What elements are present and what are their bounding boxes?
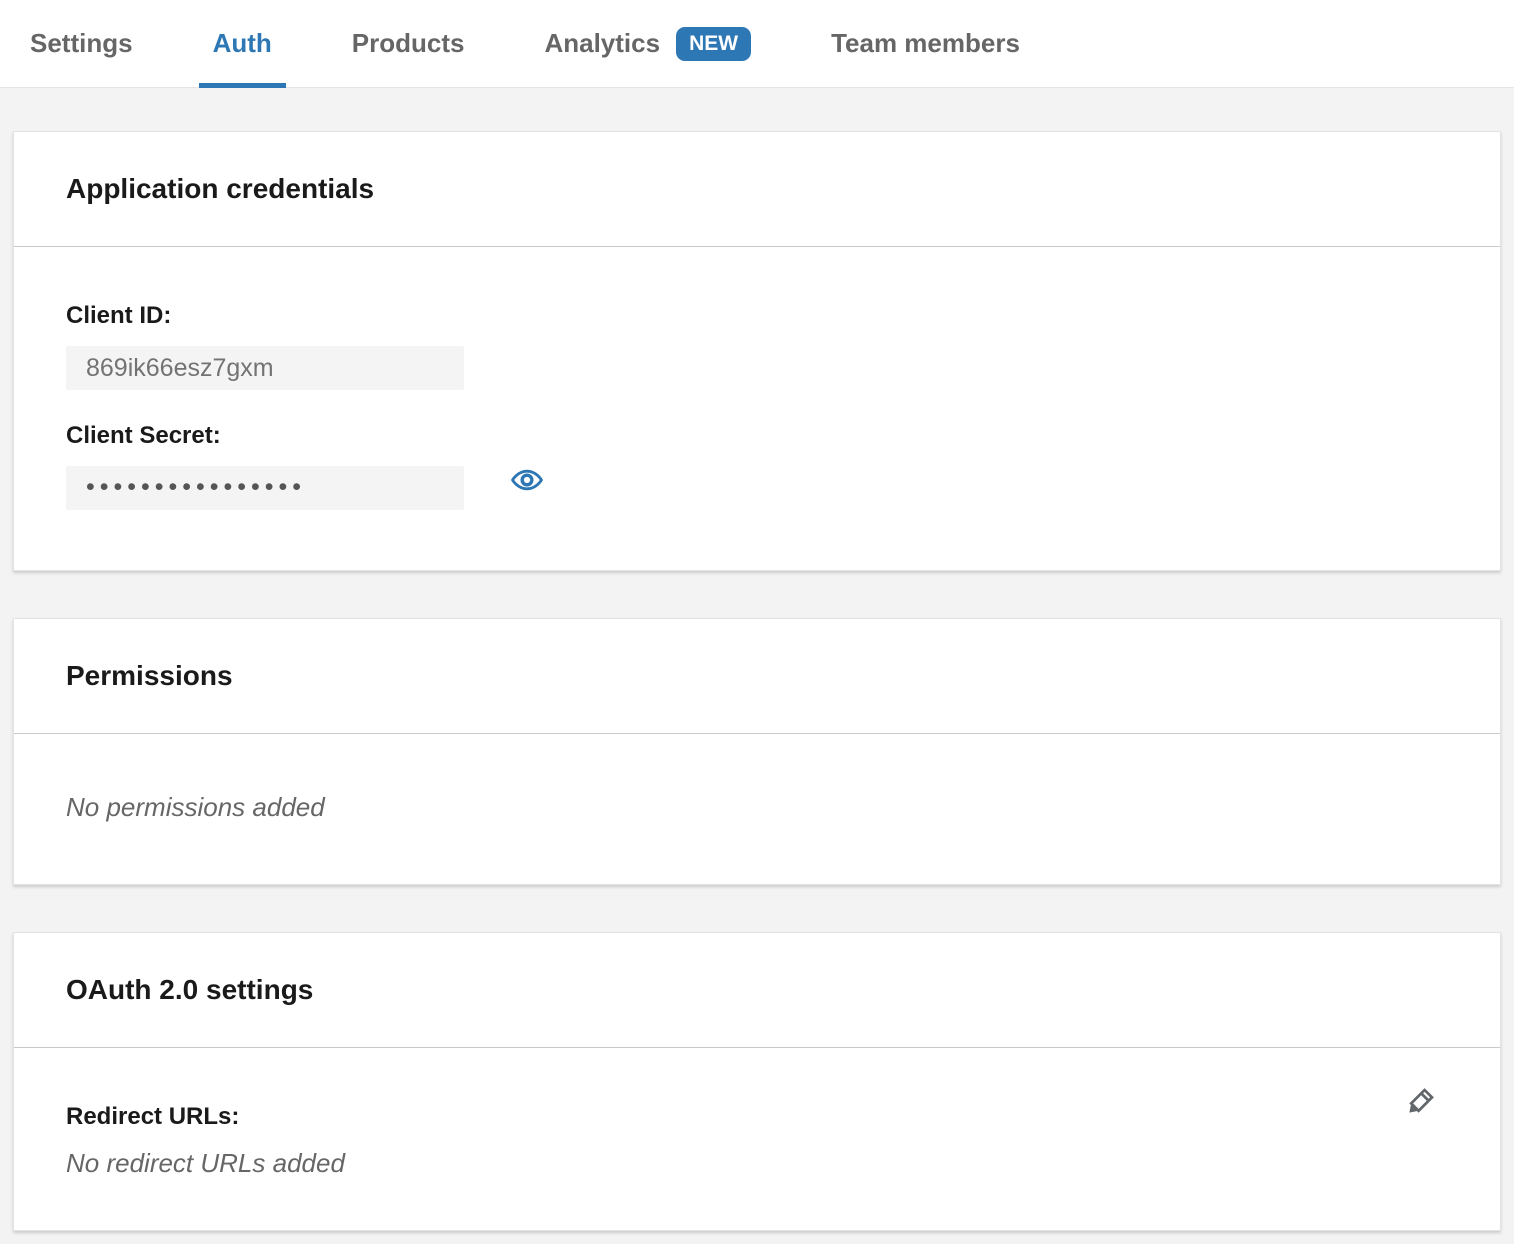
permissions-header: Permissions (14, 619, 1500, 734)
tab-products-label: Products (352, 28, 465, 59)
tab-products[interactable]: Products (338, 0, 479, 87)
oauth-settings-header: OAuth 2.0 settings (14, 933, 1500, 1048)
application-credentials-header: Application credentials (14, 132, 1500, 247)
permissions-card: Permissions No permissions added (13, 618, 1501, 885)
tab-analytics-label: Analytics (544, 28, 660, 59)
tab-settings[interactable]: Settings (16, 0, 147, 87)
pencil-icon (1398, 1082, 1440, 1124)
redirect-urls-label: Redirect URLs: (66, 1104, 1448, 1130)
permissions-body: No permissions added (14, 734, 1500, 884)
oauth-settings-card: OAuth 2.0 settings Redirect URLs: No red… (13, 932, 1501, 1231)
new-badge: NEW (676, 27, 751, 61)
application-credentials-title: Application credentials (66, 174, 1448, 204)
client-secret-row: •••••••••••••••• (66, 449, 1448, 510)
client-id-label: Client ID: (66, 303, 1448, 329)
tab-team-members[interactable]: Team members (817, 0, 1034, 87)
edit-redirect-urls-button[interactable] (1398, 1082, 1440, 1124)
client-secret-masked-text: •••••••••••••••• (86, 473, 306, 504)
tab-analytics[interactable]: Analytics NEW (530, 0, 765, 87)
oauth-settings-title: OAuth 2.0 settings (66, 975, 1448, 1005)
tab-auth-label: Auth (213, 28, 272, 59)
client-id-value[interactable]: 869ik66esz7gxm (66, 346, 464, 390)
permissions-empty-text: No permissions added (66, 792, 1448, 822)
client-secret-value[interactable]: •••••••••••••••• (66, 466, 464, 510)
application-credentials-card: Application credentials Client ID: 869ik… (13, 131, 1501, 571)
client-secret-label: Client Secret: (66, 423, 1448, 449)
tab-settings-label: Settings (30, 28, 133, 59)
tab-team-members-label: Team members (831, 28, 1020, 59)
application-credentials-body: Client ID: 869ik66esz7gxm Client Secret:… (14, 247, 1500, 570)
eye-icon (510, 463, 544, 497)
tab-auth[interactable]: Auth (199, 0, 286, 87)
app-tabbar: Settings Auth Products Analytics NEW Tea… (0, 0, 1514, 88)
permissions-title: Permissions (66, 661, 1448, 691)
redirect-urls-empty-text: No redirect URLs added (66, 1148, 1448, 1178)
oauth-settings-body: Redirect URLs: No redirect URLs added (14, 1048, 1500, 1230)
reveal-client-secret-button[interactable] (510, 463, 544, 497)
